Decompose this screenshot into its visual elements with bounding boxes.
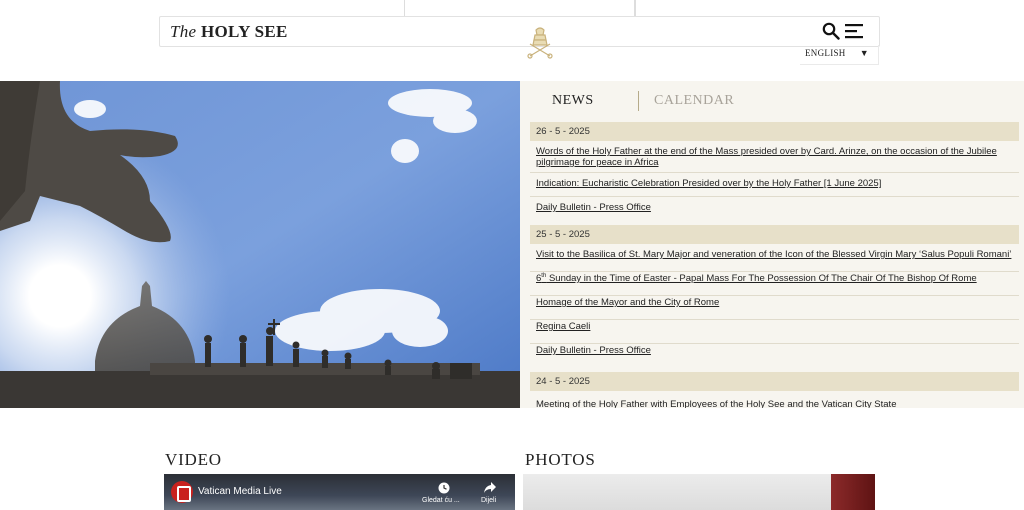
news-date: 24 - 5 - 2025 — [530, 372, 1019, 391]
header-box: The HOLY SEE — [159, 16, 880, 47]
news-date: 25 - 5 - 2025 — [530, 225, 1019, 244]
site-logo[interactable]: The HOLY SEE — [170, 22, 288, 42]
tab-news[interactable]: NEWS — [552, 93, 594, 109]
news-panel: NEWS CALENDAR 26 - 5 - 2025 Words of the… — [520, 81, 1024, 408]
tab-calendar[interactable]: CALENDAR — [654, 93, 734, 109]
hero-image[interactable] — [0, 81, 520, 408]
news-list: 26 - 5 - 2025 Words of the Holy Father a… — [530, 122, 1019, 408]
papal-crest-icon[interactable] — [526, 26, 554, 60]
search-icon[interactable] — [822, 22, 840, 40]
news-link[interactable]: Words of the Holy Father at the end of t… — [530, 145, 1019, 173]
vatican-media-logo-icon — [171, 481, 193, 503]
clock-icon[interactable] — [438, 482, 450, 494]
news-link[interactable]: 6th Sunday in the Time of Easter - Papal… — [530, 272, 1019, 296]
news-link[interactable]: Visit to the Basilica of St. Mary Major … — [530, 248, 1019, 272]
menu-icon[interactable] — [845, 23, 863, 39]
video-section-title: VIDEO — [165, 450, 222, 469]
news-link[interactable]: Daily Bulletin - Press Office — [530, 344, 1019, 368]
video-channel-title[interactable]: Vatican Media Live — [198, 486, 282, 497]
news-link[interactable]: Homage of the Mayor and the City of Rome — [530, 296, 1019, 320]
share-label[interactable]: Dijeli — [481, 497, 496, 504]
news-link[interactable]: Meeting of the Holy Father with Employee… — [530, 395, 1019, 408]
top-bar: The HOLY SEE ENGLISH ▼ — [0, 0, 1024, 80]
language-label: ENGLISH — [805, 48, 846, 58]
logo-name: HOLY SEE — [200, 22, 288, 41]
news-link[interactable]: Daily Bulletin - Press Office — [530, 197, 1019, 221]
video-player[interactable]: Vatican Media Live Gledat ću ... Dijeli — [164, 474, 515, 510]
top-divider-lines — [404, 0, 636, 16]
language-selector[interactable]: ENGLISH ▼ — [800, 45, 879, 65]
photos-preview[interactable] — [523, 474, 875, 510]
logo-prefix: The — [170, 22, 197, 41]
watch-later-label[interactable]: Gledat ću ... — [422, 497, 460, 504]
tab-divider — [638, 91, 639, 111]
news-link[interactable]: Regina Caeli — [530, 320, 1019, 344]
news-link[interactable]: Indication: Eucharistic Celebration Pres… — [530, 173, 1019, 197]
saint-peters-colonnade-photo — [0, 81, 520, 408]
share-icon[interactable] — [484, 482, 496, 493]
chevron-down-icon: ▼ — [859, 48, 869, 58]
news-date: 26 - 5 - 2025 — [530, 122, 1019, 141]
photos-section-title: PHOTOS — [525, 450, 596, 469]
news-link-text: Sunday in the Time of Easter - Papal Mas… — [546, 273, 977, 284]
